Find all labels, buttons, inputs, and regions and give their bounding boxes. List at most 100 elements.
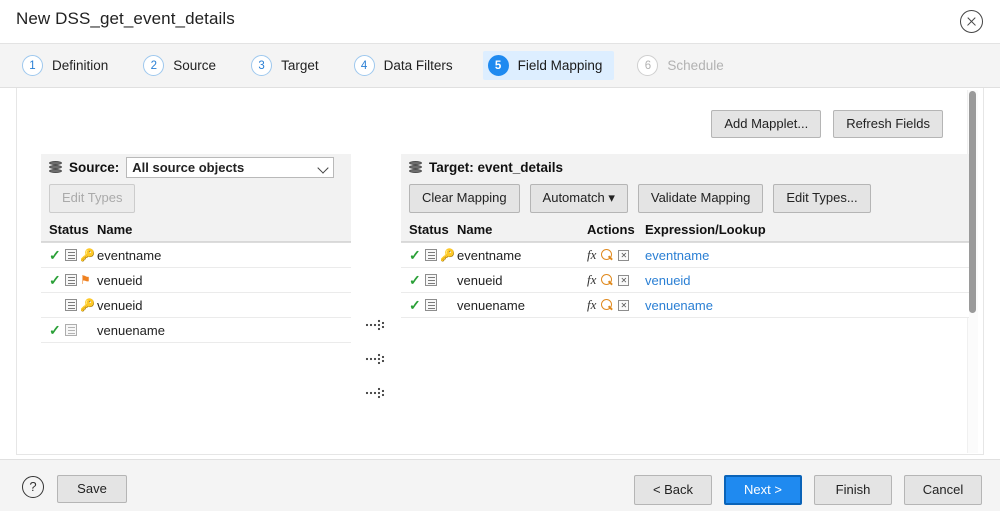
wizard-step-definition[interactable]: 1 Definition bbox=[17, 51, 120, 80]
step-number: 1 bbox=[22, 55, 43, 76]
target-row-expression[interactable]: eventname bbox=[645, 248, 845, 263]
target-column-headers: Status Name Actions Expression/Lookup bbox=[401, 216, 969, 242]
lookup-search-icon[interactable] bbox=[601, 249, 613, 261]
source-row-status: ✓ 🔑 bbox=[41, 248, 97, 262]
expression-fx-icon[interactable]: fx bbox=[587, 247, 596, 263]
target-row-status: ✓ 🔑 bbox=[401, 248, 457, 262]
wizard-step-schedule: 6 Schedule bbox=[632, 51, 735, 80]
primary-key-icon: 🔑 bbox=[80, 248, 95, 262]
clear-field-icon[interactable]: ✕ bbox=[618, 274, 630, 286]
expression-fx-icon[interactable]: fx bbox=[587, 272, 596, 288]
target-row-status: ✓ bbox=[401, 273, 457, 287]
wizard-step-source[interactable]: 2 Source bbox=[138, 51, 228, 80]
check-icon: ✓ bbox=[49, 247, 61, 263]
field-icon bbox=[425, 274, 437, 286]
lookup-search-icon[interactable] bbox=[601, 274, 613, 286]
source-object-select[interactable]: All source objects bbox=[126, 157, 335, 178]
table-row[interactable]: ✓ venuename bbox=[41, 318, 351, 343]
step-label: Schedule bbox=[667, 58, 724, 73]
target-edit-types-button[interactable]: Edit Types... bbox=[773, 184, 871, 213]
target-panel: Target: event_details Clear Mapping Auto… bbox=[401, 154, 969, 318]
content-scrollbar-thumb[interactable] bbox=[969, 91, 976, 313]
source-label: Source: bbox=[69, 160, 120, 175]
clear-mapping-button[interactable]: Clear Mapping bbox=[409, 184, 520, 213]
primary-key-icon: 🔑 bbox=[440, 248, 455, 262]
mapping-arrow-icon[interactable] bbox=[365, 352, 389, 366]
target-row-expression[interactable]: venuename bbox=[645, 298, 845, 313]
step-label: Data Filters bbox=[383, 58, 453, 73]
target-panel-header: Target: event_details Clear Mapping Auto… bbox=[401, 154, 969, 243]
refresh-fields-button[interactable]: Refresh Fields bbox=[833, 110, 943, 139]
table-row[interactable]: ✓ 🔑 venueid bbox=[41, 293, 351, 318]
cancel-button[interactable]: Cancel bbox=[904, 475, 982, 506]
field-icon bbox=[65, 324, 77, 336]
wizard-step-data-filters[interactable]: 4 Data Filters bbox=[349, 51, 465, 80]
target-toolbar: Clear Mapping Automatch ▾ Validate Mappi… bbox=[401, 181, 969, 216]
step-label: Definition bbox=[52, 58, 109, 73]
target-row-expression[interactable]: venueid bbox=[645, 273, 845, 288]
add-mapplet-button[interactable]: Add Mapplet... bbox=[711, 110, 822, 139]
table-row[interactable]: ✓ venuename fx ✕ venuename bbox=[401, 293, 969, 318]
source-panel-header: Source: All source objects Edit Types St… bbox=[41, 154, 351, 243]
field-icon bbox=[65, 274, 77, 286]
expression-fx-icon[interactable]: fx bbox=[587, 297, 596, 313]
source-row-status: ✓ bbox=[41, 323, 97, 337]
target-col-expression: Expression/Lookup bbox=[645, 222, 766, 237]
field-icon bbox=[65, 249, 77, 261]
source-column-headers: Status Name bbox=[41, 216, 351, 242]
mapping-arrow-icon[interactable] bbox=[365, 386, 389, 400]
finish-button[interactable]: Finish bbox=[814, 475, 892, 506]
wizard-step-field-mapping[interactable]: 5 Field Mapping bbox=[482, 51, 615, 80]
source-toolbar: Edit Types bbox=[41, 181, 351, 216]
wizard-step-target[interactable]: 3 Target bbox=[246, 51, 331, 80]
target-row-name: eventname bbox=[457, 247, 522, 263]
target-col-name: Name bbox=[457, 222, 493, 237]
wizard-step-bar: 1 Definition 2 Source 3 Target 4 Data Fi… bbox=[0, 43, 1000, 88]
field-icon bbox=[65, 299, 77, 311]
check-icon: ✓ bbox=[49, 272, 61, 288]
clear-field-icon[interactable]: ✕ bbox=[618, 249, 630, 261]
field-icon bbox=[425, 249, 437, 261]
mapping-arrow-glyph bbox=[365, 319, 385, 331]
primary-key-icon: 🔑 bbox=[80, 298, 95, 312]
source-row-status: ✓ 🔑 bbox=[41, 298, 97, 312]
step-label: Field Mapping bbox=[517, 58, 603, 73]
target-row-actions: fx ✕ bbox=[587, 247, 645, 263]
source-edit-types-button: Edit Types bbox=[49, 184, 136, 213]
lookup-search-icon[interactable] bbox=[601, 299, 613, 311]
step-label: Target bbox=[281, 58, 319, 73]
clear-field-icon[interactable]: ✕ bbox=[618, 299, 630, 311]
step-number: 5 bbox=[487, 55, 509, 76]
target-field-list: ✓ 🔑 eventname fx ✕ eventname ✓ venueid f… bbox=[401, 243, 969, 318]
table-row[interactable]: ✓ 🔑 eventname bbox=[41, 243, 351, 268]
target-row-name: venuename bbox=[457, 297, 525, 313]
source-col-status: Status bbox=[49, 222, 89, 237]
help-icon[interactable]: ? bbox=[22, 476, 44, 498]
check-icon: ✓ bbox=[409, 297, 421, 313]
source-title-row: Source: All source objects bbox=[41, 154, 351, 181]
automatch-button[interactable]: Automatch ▾ bbox=[529, 184, 628, 213]
close-icon[interactable] bbox=[960, 10, 983, 33]
page-title: New DSS_get_event_details bbox=[16, 9, 235, 28]
table-row[interactable]: ✓ 🔑 eventname fx ✕ eventname bbox=[401, 243, 969, 268]
table-row[interactable]: ✓ ⚑ venueid bbox=[41, 268, 351, 293]
step-label: Source bbox=[173, 58, 217, 73]
save-button[interactable]: Save bbox=[57, 475, 127, 504]
database-icon bbox=[409, 160, 422, 175]
target-label: Target: event_details bbox=[429, 160, 564, 175]
target-row-actions: fx ✕ bbox=[587, 272, 645, 288]
back-button[interactable]: < Back bbox=[634, 475, 712, 506]
step-number: 2 bbox=[143, 55, 165, 76]
source-object-value: All source objects bbox=[132, 160, 245, 175]
target-row-name: venueid bbox=[457, 272, 503, 288]
field-mapping-panel: Add Mapplet... Refresh Fields Source: Al… bbox=[16, 88, 984, 455]
chevron-down-icon: ▾ bbox=[608, 190, 615, 206]
table-row[interactable]: ✓ venueid fx ✕ venueid bbox=[401, 268, 969, 293]
mapping-arrow-icon[interactable] bbox=[365, 318, 389, 332]
check-icon: ✓ bbox=[409, 272, 421, 288]
source-row-name: venueid bbox=[97, 297, 143, 313]
next-button[interactable]: Next > bbox=[724, 475, 802, 506]
validate-mapping-button[interactable]: Validate Mapping bbox=[637, 184, 764, 213]
check-icon: ✓ bbox=[49, 322, 61, 338]
check-icon: ✓ bbox=[409, 247, 421, 263]
